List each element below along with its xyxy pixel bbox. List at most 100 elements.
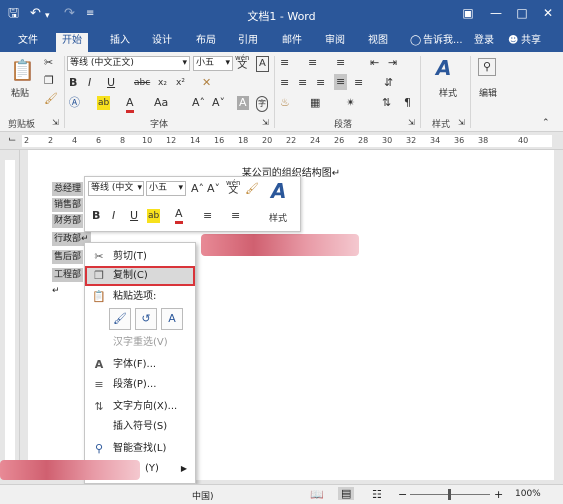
login-link[interactable]: 登录 <box>472 33 496 49</box>
mini-italic-button[interactable]: I <box>112 209 115 223</box>
menu-item-smart-lookup[interactable]: ⚲ 智能查找(L) <box>85 439 195 459</box>
mini-shrink-font-button[interactable]: A˅ <box>207 182 220 196</box>
italic-button[interactable]: I <box>88 76 91 90</box>
mini-font-name-combo[interactable]: 等线 (中文 ▾ <box>88 181 144 196</box>
change-case-button[interactable]: Aa <box>154 96 168 110</box>
language-indicator[interactable]: 中国) <box>192 489 214 502</box>
char-shading-button[interactable]: A <box>237 96 249 110</box>
bullets-icon[interactable]: ≡ <box>280 56 289 70</box>
tab-review[interactable]: 审阅 <box>323 33 347 49</box>
shrink-font-button[interactable]: A˅ <box>212 96 225 110</box>
distributed-icon[interactable]: ≡ <box>354 76 363 90</box>
tab-design[interactable]: 设计 <box>150 33 174 49</box>
paste-label[interactable]: 粘贴 <box>11 86 29 99</box>
paste-keep-formatting-icon[interactable]: 🖌 <box>109 308 131 330</box>
tab-mailings[interactable]: 邮件 <box>280 33 304 49</box>
mini-format-painter-icon[interactable]: 🖌 <box>245 182 259 196</box>
zoom-level[interactable]: 100% <box>515 489 541 499</box>
subscript-button[interactable]: x₂ <box>158 76 167 90</box>
clipboard-launcher-icon[interactable]: ⇲ <box>52 116 59 130</box>
clear-formatting-icon[interactable]: ✕ <box>202 76 211 90</box>
bold-button[interactable]: B <box>69 76 77 90</box>
superscript-button[interactable]: x² <box>176 76 185 90</box>
ribbon-display-icon[interactable]: ▣ <box>458 6 478 20</box>
menu-item-cut[interactable]: ✂ 剪切(T) <box>85 247 195 267</box>
font-size-combo[interactable]: 小五 ▾ <box>193 56 233 71</box>
search-icon[interactable]: ⚲ <box>478 58 496 76</box>
char-border-top-icon[interactable]: A <box>256 56 269 72</box>
mini-bold-button[interactable]: B <box>92 209 100 223</box>
mini-numbering-icon[interactable]: ≡ <box>231 209 240 223</box>
phonetic-guide-icon[interactable]: wén 文 <box>235 54 249 71</box>
mini-underline-button[interactable]: U <box>130 209 138 223</box>
styles-launcher-icon[interactable]: ⇲ <box>458 116 465 130</box>
text-effects-icon[interactable]: Ⓐ <box>69 96 80 110</box>
paste-merge-formatting-icon[interactable]: ↺ <box>135 308 157 330</box>
mini-font-color-button[interactable]: A <box>175 207 183 224</box>
multilevel-list-icon[interactable]: ≡ <box>336 56 345 70</box>
editing-label[interactable]: 编辑 <box>479 86 497 99</box>
paste-text-only-icon[interactable]: A <box>161 308 183 330</box>
sort-icon[interactable]: ⇅ <box>382 96 391 110</box>
decrease-indent-icon[interactable]: ⇤ <box>370 56 379 70</box>
tab-home[interactable]: 开始 <box>56 33 88 52</box>
menu-item-text-direction[interactable]: ⇅ 文字方向(X)... <box>85 397 195 417</box>
menu-item-insert-symbol[interactable]: 插入符号(S) <box>85 417 195 437</box>
line-spacing-icon[interactable]: ⇵ <box>384 76 393 90</box>
underline-button[interactable]: U <box>107 76 115 90</box>
zoom-in-button[interactable]: + <box>494 488 503 501</box>
font-launcher-icon[interactable]: ⇲ <box>262 116 269 130</box>
borders-icon[interactable]: ▦ <box>310 96 320 110</box>
paragraph-launcher-icon[interactable]: ⇲ <box>408 116 415 130</box>
read-mode-icon[interactable]: 📖 <box>310 488 324 501</box>
show-marks-icon[interactable]: ¶ <box>404 96 411 110</box>
mini-styles-icon[interactable]: A <box>271 179 286 203</box>
chinese-layout-icon[interactable]: ✴ <box>346 96 355 110</box>
align-center-icon[interactable]: ≡ <box>298 76 307 90</box>
close-icon[interactable]: ✕ <box>538 6 558 20</box>
tab-insert[interactable]: 插入 <box>108 33 132 49</box>
mini-grow-font-button[interactable]: A˄ <box>191 182 204 196</box>
maximize-icon[interactable]: □ <box>512 6 532 20</box>
styles-button-label[interactable]: 样式 <box>439 86 457 99</box>
font-name-combo[interactable]: 等线 (中文正文) ▾ <box>67 56 190 71</box>
enclose-char-button[interactable]: 字 <box>256 96 268 112</box>
mini-styles-label[interactable]: 样式 <box>269 211 287 224</box>
tab-file[interactable]: 文件 <box>16 33 40 49</box>
web-layout-icon[interactable]: ☷ <box>372 488 382 501</box>
vertical-ruler[interactable] <box>0 150 20 480</box>
tab-view[interactable]: 视图 <box>366 33 390 49</box>
share-button[interactable]: 共享 <box>519 33 543 49</box>
print-layout-icon[interactable]: ▤ <box>338 487 355 500</box>
grow-font-button[interactable]: A˄ <box>192 96 205 110</box>
align-right-icon[interactable]: ≡ <box>316 76 325 90</box>
copy-icon[interactable]: ❐ <box>44 74 54 88</box>
mini-bullets-icon[interactable]: ≡ <box>203 209 212 223</box>
horizontal-ruler[interactable]: ⌙ 2 2 4 6 8 10 12 14 16 18 20 22 24 26 2… <box>0 132 563 150</box>
menu-item-paragraph[interactable]: ≡ 段落(P)... <box>85 375 195 395</box>
numbering-icon[interactable]: ≡ <box>308 56 317 70</box>
format-painter-icon[interactable]: 🖌 <box>44 92 58 106</box>
styles-icon[interactable]: A <box>436 56 451 80</box>
zoom-slider-thumb[interactable] <box>448 489 451 500</box>
mini-phonetic-icon[interactable]: wén 文 <box>226 179 240 196</box>
collapse-ribbon-icon[interactable]: ⌃ <box>542 116 550 130</box>
strikethrough-button[interactable]: abc <box>134 76 150 90</box>
cut-icon[interactable]: ✂ <box>44 56 53 70</box>
menu-item-reconvert[interactable]: 汉字重选(V) <box>85 333 195 353</box>
shading-icon[interactable]: ♨ <box>280 96 290 110</box>
tab-selector-icon[interactable]: ⌙ <box>8 134 16 145</box>
justify-icon[interactable]: ≡ <box>334 74 348 90</box>
zoom-out-button[interactable]: − <box>398 488 407 501</box>
tab-references[interactable]: 引用 <box>236 33 260 49</box>
paste-icon[interactable]: 📋 <box>10 58 35 82</box>
mini-highlight-button[interactable]: ab <box>147 209 161 223</box>
highlight-button[interactable]: ab <box>97 96 111 110</box>
font-color-button[interactable]: A <box>126 96 134 113</box>
menu-item-copy[interactable]: ❐ 复制(C) <box>85 266 195 286</box>
tab-layout[interactable]: 布局 <box>194 33 218 49</box>
menu-item-font[interactable]: A 字体(F)... <box>85 355 195 375</box>
minimize-icon[interactable]: — <box>486 6 506 20</box>
mini-font-size-combo[interactable]: 小五 ▾ <box>146 181 186 196</box>
align-left-icon[interactable]: ≡ <box>280 76 289 90</box>
